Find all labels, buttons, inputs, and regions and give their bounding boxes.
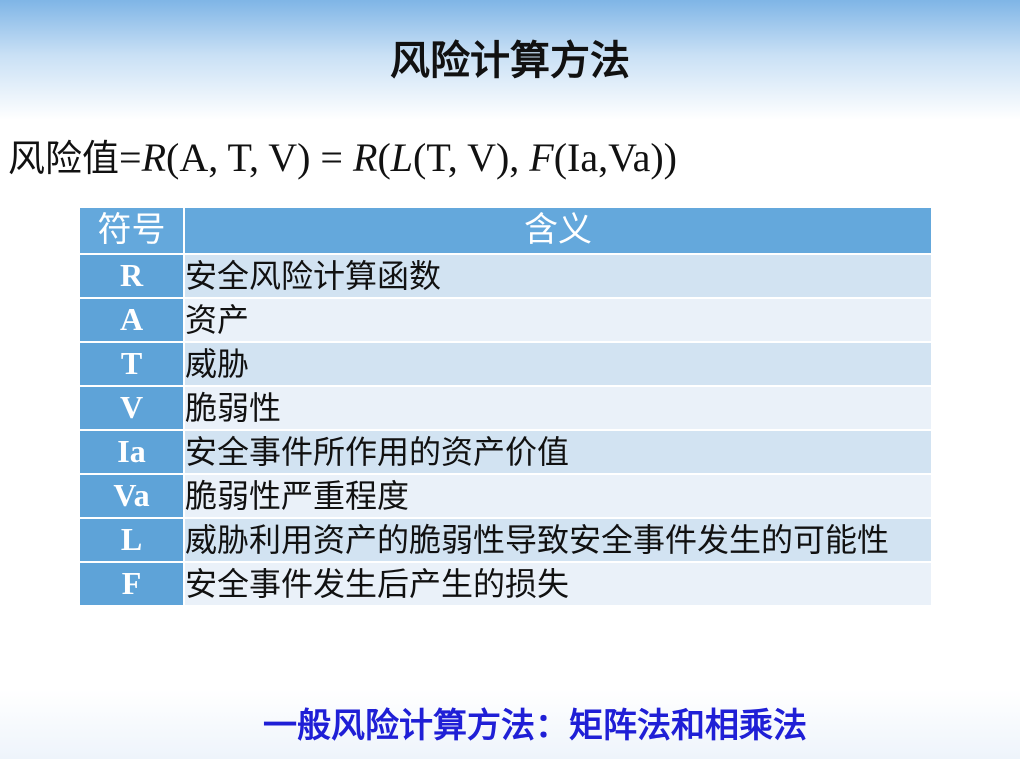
formula-args1: (A, T, V) = <box>166 135 353 180</box>
formula-args-l: (T, V), <box>413 135 530 180</box>
meaning-cell: 脆弱性严重程度 <box>183 473 933 519</box>
meaning-cell: 威胁利用资产的脆弱性导致安全事件发生的可能性 <box>183 517 933 563</box>
formula-l: L <box>390 135 414 180</box>
meaning-cell: 资产 <box>183 297 933 343</box>
meaning-cell: 安全事件所作用的资产价值 <box>183 429 933 475</box>
formula-r2: R <box>353 135 378 180</box>
meaning-cell: 安全事件发生后产生的损失 <box>183 561 933 607</box>
table-row: T 威胁 <box>78 341 933 387</box>
formula-open: ( <box>377 135 391 180</box>
formula-r1: R <box>141 135 166 180</box>
table-row: R 安全风险计算函数 <box>78 253 933 299</box>
symbol-cell: T <box>78 341 185 387</box>
formula-args-f: (Ia,Va)) <box>553 135 677 180</box>
header-meaning: 含义 <box>183 206 933 255</box>
formula-f: F <box>529 135 554 180</box>
table-row: A 资产 <box>78 297 933 343</box>
symbol-cell: L <box>78 517 185 563</box>
formula-prefix: 风险值 <box>8 137 119 180</box>
symbol-cell: R <box>78 253 185 299</box>
meaning-cell: 威胁 <box>183 341 933 387</box>
symbol-cell: Ia <box>78 429 185 475</box>
symbol-cell: F <box>78 561 185 607</box>
risk-formula: 风险值=R(A, T, V) = R(L(T, V), F(Ia,Va)) <box>8 128 677 182</box>
table-header-row: 符号 含义 <box>78 206 933 255</box>
meaning-cell: 脆弱性 <box>183 385 933 431</box>
formula-eq: = <box>119 135 142 180</box>
slide-title: 风险计算方法 <box>390 38 630 84</box>
meaning-cell: 安全风险计算函数 <box>183 253 933 299</box>
table-row: Ia 安全事件所作用的资产价值 <box>78 429 933 475</box>
table-row: Va 脆弱性严重程度 <box>78 473 933 519</box>
table-row: F 安全事件发生后产生的损失 <box>78 561 933 607</box>
symbol-cell: V <box>78 385 185 431</box>
symbol-cell: A <box>78 297 185 343</box>
symbol-cell: Va <box>78 473 185 519</box>
table-row: V 脆弱性 <box>78 385 933 431</box>
symbol-definition-table: 符号 含义 R 安全风险计算函数 A 资产 T 威胁 V 脆弱性 Ia 安全事件… <box>78 206 933 607</box>
header-symbol: 符号 <box>78 206 185 255</box>
footer-note: 一般风险计算方法：矩阵法和相乘法 <box>263 706 807 746</box>
table-row: L 威胁利用资产的脆弱性导致安全事件发生的可能性 <box>78 517 933 563</box>
